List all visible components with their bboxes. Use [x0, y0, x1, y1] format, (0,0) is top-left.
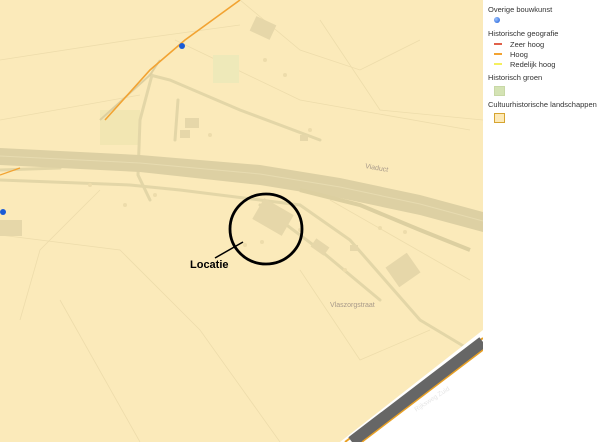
monument-point[interactable] — [179, 43, 185, 49]
legend-heading-historisch-groen: Historisch groen — [488, 73, 543, 82]
legend-heading-overige-bouwkunst: Overige bouwkunst — [488, 5, 553, 14]
map-legend: Overige bouwkunst Historische geografie … — [483, 0, 604, 442]
line-swatch-icon — [494, 63, 502, 65]
landscape-swatch-icon — [494, 113, 505, 123]
monument-point[interactable] — [0, 209, 6, 215]
green-area-swatch-icon — [494, 86, 505, 96]
monument-point-icon — [494, 17, 500, 23]
legend-heading-historische-geografie: Historische geografie — [488, 29, 559, 38]
legend-item-zeer-hoog: Zeer hoog — [494, 39, 604, 49]
line-swatch-icon — [494, 53, 502, 55]
legend-item-label: Zeer hoog — [510, 39, 545, 49]
legend-item-label: Redelijk hoog — [510, 59, 556, 69]
location-label: Locatie — [190, 259, 229, 271]
line-swatch-icon — [494, 43, 502, 45]
green-patch — [213, 55, 239, 83]
legend-item-label: Hoog — [510, 49, 528, 59]
legend-item-hoog: Hoog — [494, 49, 604, 59]
map-view[interactable]: Locatie Viaduct Vlaszorgstraat Rijksweg … — [0, 0, 483, 442]
street-label: Vlaszorgstraat — [330, 302, 375, 309]
legend-heading-cultuurhistorische-landschappen: Cultuurhistorische landschappen — [488, 100, 597, 109]
map-canvas — [0, 0, 483, 442]
legend-item-redelijk-hoog: Redelijk hoog — [494, 59, 604, 69]
